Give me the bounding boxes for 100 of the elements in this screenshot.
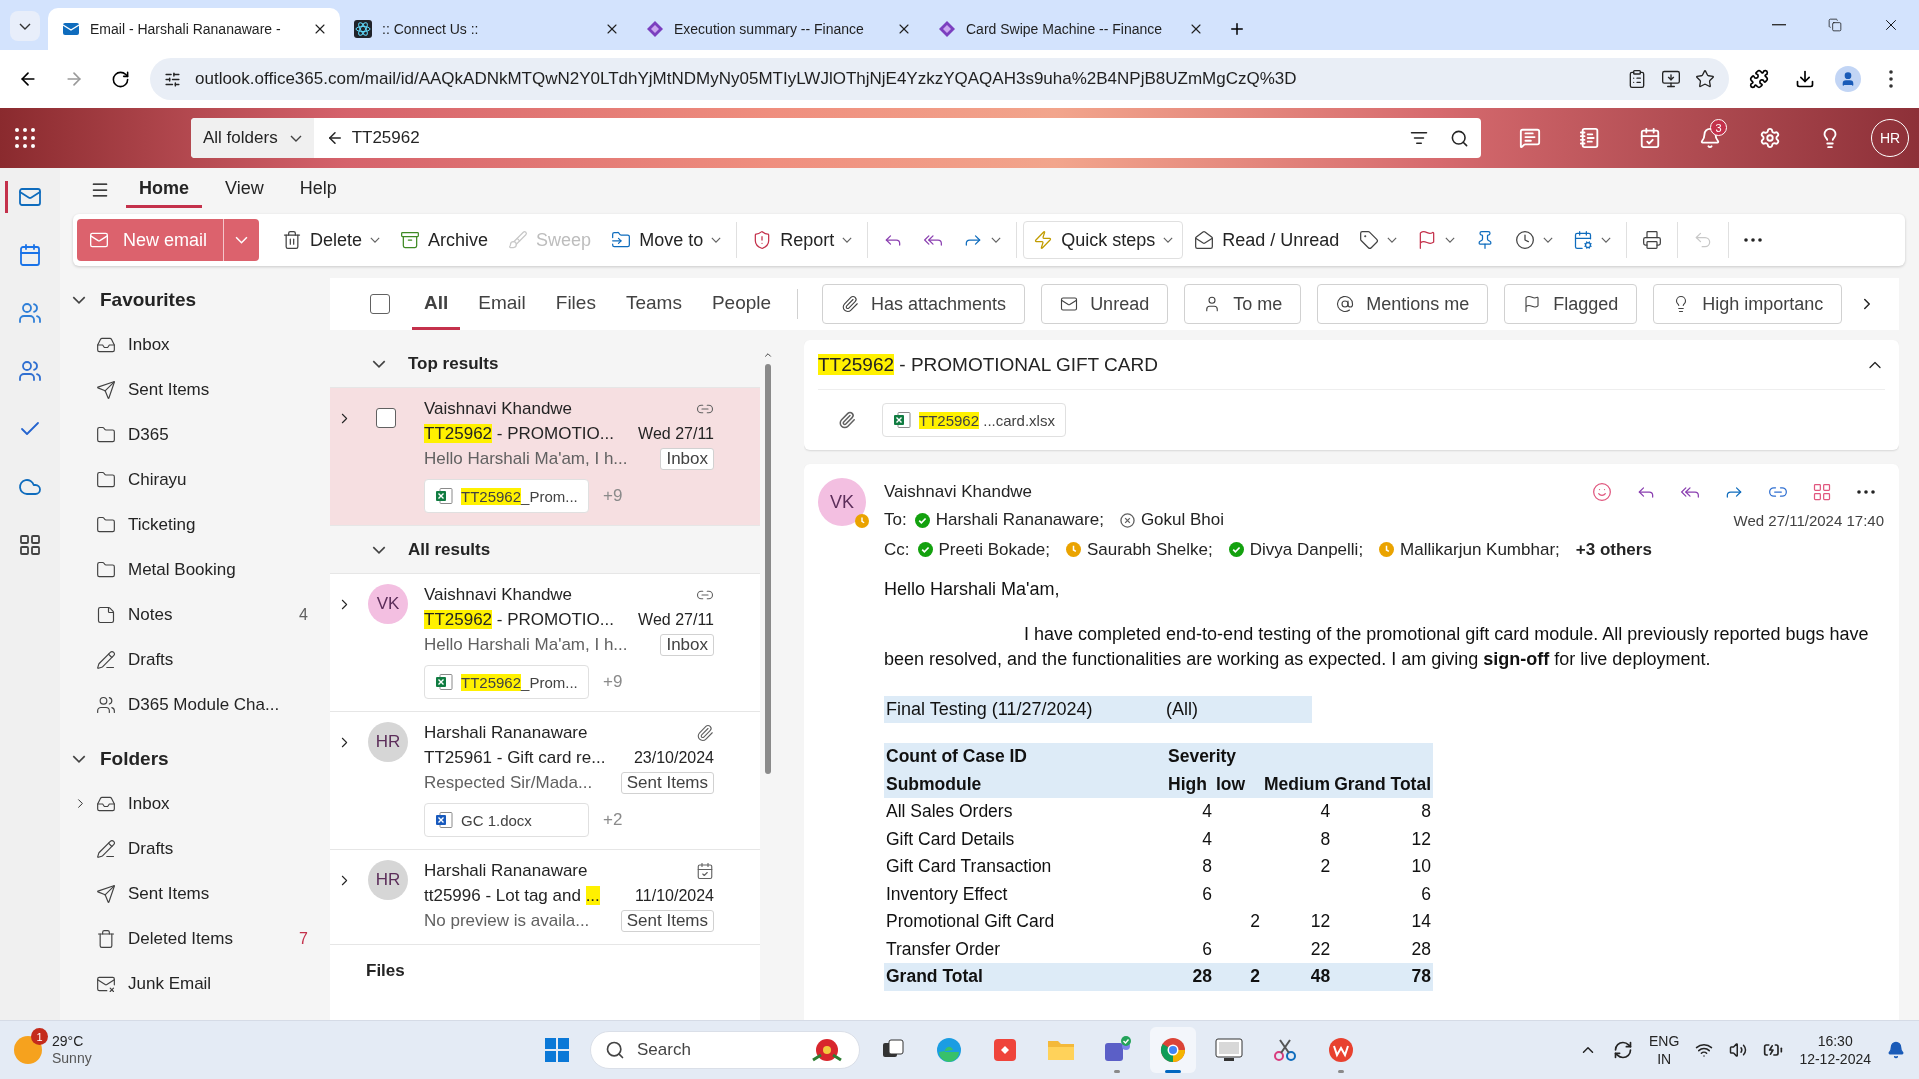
browser-tab[interactable]: :: Connect Us :: bbox=[340, 8, 632, 50]
filter-tab[interactable]: Email bbox=[466, 278, 538, 330]
people-icon bbox=[18, 301, 42, 325]
profile-avatar[interactable] bbox=[1835, 66, 1861, 92]
folder-item[interactable]: Deleted Items 7 bbox=[68, 916, 318, 961]
message-subject: TT25962 - PROMOTIO... bbox=[424, 610, 614, 630]
toolbar-button[interactable]: Move to bbox=[602, 221, 731, 259]
clock-status-icon bbox=[1379, 542, 1395, 557]
folder-item[interactable]: D365 Module Cha... bbox=[68, 682, 318, 727]
folder-item[interactable]: Chirayu bbox=[68, 457, 318, 502]
column-header: High bbox=[1166, 770, 1214, 798]
toolbar-button[interactable]: Delete bbox=[273, 221, 390, 259]
chat-icon bbox=[1519, 127, 1541, 149]
bookmark-star-icon[interactable] bbox=[1695, 69, 1715, 89]
browser-tab[interactable]: Execution summary -- Finance bbox=[632, 8, 924, 50]
section-header[interactable]: Top results bbox=[330, 340, 760, 388]
notification-bell-icon[interactable] bbox=[1887, 1041, 1905, 1059]
apps-icon bbox=[18, 533, 42, 557]
site-settings-icon bbox=[164, 70, 181, 88]
filter-tab[interactable]: Teams bbox=[613, 278, 694, 330]
taskbar-search-field[interactable]: Search bbox=[590, 1031, 860, 1069]
message-checkbox[interactable] bbox=[376, 408, 396, 428]
toolbar-button[interactable]: Quick steps bbox=[1023, 221, 1184, 259]
table-cell: 8 bbox=[1332, 798, 1434, 826]
diamond-icon bbox=[938, 20, 956, 38]
folder-item[interactable]: Ticketing bbox=[68, 502, 318, 547]
settings-icon bbox=[1759, 127, 1781, 149]
attachment-chip[interactable]: GC 1.docx bbox=[424, 803, 589, 837]
message-item[interactable]: Vaishnavi Khandwe TT25962 - PROMOTIO... Wed 27/11 Hello Harshali Ma'am, I h... Inbox TT25962_Prom... +9 bbox=[330, 388, 760, 526]
attachment-chip[interactable]: TT25962_Prom... bbox=[424, 479, 589, 513]
column-header: Submodule bbox=[884, 770, 1166, 798]
sync-icon[interactable] bbox=[1613, 1040, 1634, 1060]
folder-item[interactable]: Junk Email bbox=[68, 961, 318, 1006]
ribbon-tab[interactable]: Help bbox=[286, 172, 350, 208]
address-bar[interactable]: outlook.office365.com/mail/id/AAQkADNkMTQwN2Y0LTdhYjMtNDMyNy05MTIyLWJlOThjNjE4YzkzYQAQAH3s9uha%2B4NPjB8UZmMgCzQ%3D bbox=[150, 58, 1729, 100]
new-email-dropdown[interactable] bbox=[223, 219, 260, 261]
toolbar-button[interactable]: Read / Unread bbox=[1185, 221, 1349, 259]
table-cell: Transfer Order bbox=[884, 935, 1166, 963]
toolbar-button[interactable]: Report bbox=[743, 221, 862, 259]
section-header[interactable]: All results bbox=[330, 526, 760, 574]
restore-icon bbox=[1828, 18, 1842, 32]
table-cell-text: 2 bbox=[1249, 910, 1261, 934]
chevron-down-icon bbox=[842, 237, 853, 243]
table-cell: 48 bbox=[1262, 963, 1333, 991]
more-recipients-link[interactable]: +3 others bbox=[1575, 539, 1652, 560]
table-cell: 28 bbox=[1166, 963, 1214, 991]
folder-item[interactable]: Drafts bbox=[68, 637, 318, 682]
clipboard-icon[interactable] bbox=[1627, 69, 1647, 89]
sender-name: Harshali Rananaware bbox=[424, 861, 588, 881]
scrollbar-thumb[interactable] bbox=[765, 364, 771, 774]
filter-chip[interactable]: High importanc bbox=[1653, 284, 1843, 324]
folder-item[interactable]: Notes 4 bbox=[68, 592, 318, 637]
folder-scope-dropdown[interactable]: All folders bbox=[191, 118, 314, 158]
filter-chip[interactable]: To me bbox=[1184, 284, 1302, 324]
toolbar-button[interactable]: Archive bbox=[391, 221, 498, 259]
filter-label: Final Testing (11/27/2024) bbox=[885, 699, 1094, 720]
browser-tab[interactable]: Card Swipe Machine -- Finance bbox=[924, 8, 1216, 50]
filter-tab[interactable]: All bbox=[412, 278, 461, 330]
filter-chip[interactable]: Mentions me bbox=[1317, 284, 1489, 324]
attachment-chip[interactable]: TT25962_Prom... bbox=[424, 665, 589, 699]
section-header[interactable]: Favourites bbox=[68, 278, 318, 322]
app-launcher-icon[interactable] bbox=[14, 127, 36, 149]
folder-item[interactable]: Drafts bbox=[68, 826, 318, 871]
message-date: 11/10/2024 bbox=[635, 887, 714, 905]
folder-item[interactable]: Inbox bbox=[68, 322, 318, 367]
install-icon[interactable] bbox=[1661, 69, 1681, 89]
ribbon-tab[interactable]: Home bbox=[126, 172, 202, 208]
folder-item[interactable]: D365 bbox=[68, 412, 318, 457]
table-cell: Grand Total bbox=[884, 963, 1166, 991]
filter-chip[interactable]: Unread bbox=[1041, 284, 1169, 324]
section-header[interactable]: Folders bbox=[68, 737, 318, 781]
sender-name: Harshali Rananaware bbox=[424, 723, 588, 743]
wifi-icon[interactable] bbox=[1695, 1041, 1714, 1059]
notifications-button[interactable]: 3 bbox=[1691, 119, 1729, 157]
search-icon bbox=[605, 1040, 625, 1060]
ribbon-tab[interactable]: View bbox=[212, 172, 277, 208]
table-cell: 28 bbox=[1332, 935, 1434, 963]
spreadsheet-file-icon bbox=[893, 411, 911, 429]
browser-tab[interactable]: Email - Harshali Rananaware - bbox=[48, 8, 340, 50]
filter-icon[interactable] bbox=[1410, 129, 1428, 147]
volume-icon[interactable] bbox=[1729, 1041, 1748, 1059]
attachment-chip[interactable]: TT25962 ...card.xlsx bbox=[882, 403, 1066, 437]
message-subject: TT25961 - Gift card re... bbox=[424, 748, 606, 768]
spreadsheet-file-icon bbox=[435, 487, 453, 505]
folder-item[interactable]: Metal Booking bbox=[68, 547, 318, 592]
folder-item[interactable]: Inbox bbox=[68, 781, 318, 826]
chevron-down-icon bbox=[1163, 237, 1174, 243]
folder-item[interactable]: Sent Items bbox=[68, 871, 318, 916]
search-field[interactable]: All folders TT25962 bbox=[191, 118, 1481, 158]
clock[interactable]: 16:30 12-12-2024 bbox=[1799, 1032, 1871, 1068]
select-all-checkbox[interactable] bbox=[370, 294, 390, 314]
search-icon[interactable] bbox=[1450, 128, 1469, 148]
filter-tab[interactable]: Files bbox=[543, 278, 608, 330]
filter-tab[interactable]: People bbox=[699, 278, 784, 330]
filter-chip[interactable]: Flagged bbox=[1504, 284, 1638, 324]
language-indicator[interactable]: ENG IN bbox=[1649, 1032, 1680, 1068]
folder-item[interactable]: Sent Items bbox=[68, 367, 318, 412]
table-cell: 4 bbox=[1166, 798, 1214, 826]
filter-chip[interactable]: Has attachments bbox=[822, 284, 1026, 324]
sender-name: Vaishnavi Khandwe bbox=[884, 482, 1033, 502]
